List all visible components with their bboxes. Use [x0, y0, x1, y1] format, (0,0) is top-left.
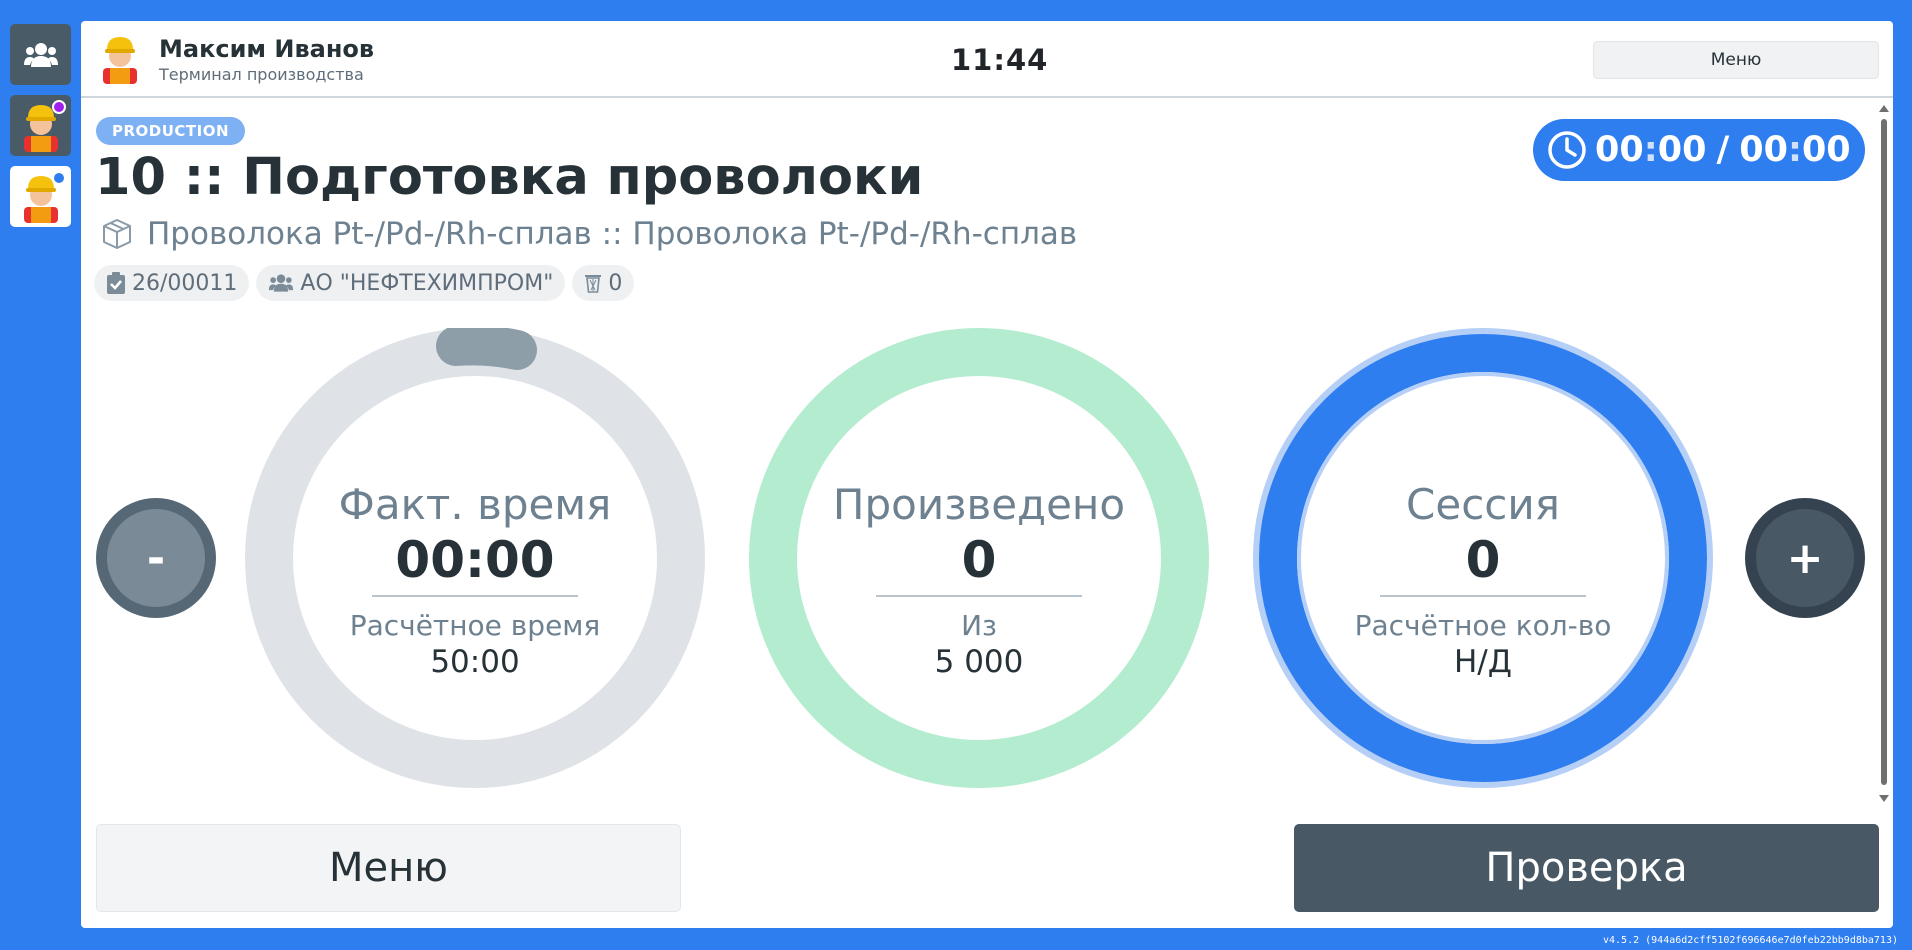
worker-avatar-button-1[interactable] [10, 95, 71, 156]
estimated-qty-label: Расчётное кол-во [1354, 609, 1612, 642]
produced-value: 0 [961, 531, 997, 589]
scrollbar[interactable] [1879, 105, 1889, 805]
main-panel: Максим Иванов Терминал производства 11:4… [81, 21, 1893, 928]
decrement-inner: - [107, 509, 205, 607]
clock: 11:44 [951, 43, 1049, 77]
operation-chips: 26/00011 АО "НЕФТЕХИМПРОМ" 0 [94, 265, 641, 301]
scrap-count: 0 [608, 270, 623, 296]
status-dot [52, 100, 66, 114]
produced-label: Произведено [832, 480, 1126, 529]
timer-colon: : [1787, 130, 1802, 170]
customer-name: АО "НЕФТЕХИМПРОМ" [300, 270, 554, 296]
product-line: Проволока Pt-/Pd-/Rh-сплав :: Проволока … [101, 216, 1077, 252]
trash-icon [585, 275, 602, 293]
time-label: Факт. время [338, 480, 612, 529]
scroll-thumb[interactable] [1881, 119, 1887, 785]
increment-button[interactable]: + [1745, 498, 1865, 618]
top-bar: Максим Иванов Терминал производства 11:4… [81, 21, 1893, 98]
operation-title: 10 :: Подготовка проволоки [95, 148, 924, 207]
planned-time-label: Расчётное время [349, 609, 601, 642]
session-label: Сессия [1406, 480, 1560, 529]
worker-avatar-button-2[interactable] [10, 166, 71, 227]
header-menu-button[interactable]: Меню [1593, 41, 1879, 79]
workers-group-button[interactable] [10, 24, 71, 85]
check-button[interactable]: Проверка [1294, 824, 1879, 912]
users-group-icon [23, 42, 58, 67]
left-rail [10, 24, 72, 237]
package-icon [103, 219, 131, 249]
decrement-button[interactable]: - [96, 498, 216, 618]
session-timer: 00:00/00:00 [1533, 119, 1865, 181]
product-name: Проволока Pt-/Pd-/Rh-сплав :: Проволока … [147, 216, 1078, 252]
session-gauge-content: Сессия 0 Расчётное кол-во Н/Д [1333, 480, 1633, 680]
of-label: Из [961, 609, 997, 642]
worker-avatar-icon [103, 37, 137, 84]
user-name: Максим Иванов [159, 35, 375, 63]
terminal-subtitle: Терминал производства [159, 65, 364, 84]
timer-actual-seconds: 00 [1657, 130, 1707, 170]
timer-colon: : [1643, 130, 1658, 170]
produced-gauge-content: Произведено 0 Из 5 000 [829, 480, 1129, 680]
divider [1380, 595, 1586, 597]
status-dot [52, 171, 66, 185]
estimated-qty-value: Н/Д [1454, 644, 1512, 680]
time-value: 00:00 [395, 531, 555, 589]
scroll-down-arrow[interactable] [1879, 795, 1889, 802]
menu-button[interactable]: Меню [96, 824, 681, 912]
time-gauge-content: Факт. время 00:00 Расчётное время 50:00 [325, 480, 625, 680]
timer-actual-minutes: 00 [1595, 130, 1644, 170]
clock-icon [1548, 131, 1586, 169]
divider [372, 595, 578, 597]
timer-slash: / [1716, 130, 1730, 170]
divider [876, 595, 1082, 597]
scroll-up-arrow[interactable] [1879, 105, 1889, 112]
planned-time-value: 50:00 [430, 644, 520, 680]
timer-planned-minutes: 00 [1739, 130, 1788, 170]
users-icon [269, 274, 294, 292]
increment-inner: + [1756, 509, 1854, 607]
version-label: v4.5.2 (944a6d2cff5102f696646e7d0feb22bb… [1602, 935, 1898, 946]
target-quantity: 5 000 [934, 644, 1024, 680]
customer-chip: АО "НЕФТЕХИМПРОМ" [256, 265, 566, 301]
order-number: 26/00011 [132, 270, 238, 296]
scrap-chip: 0 [572, 265, 635, 301]
status-badge: PRODUCTION [96, 117, 246, 145]
timer-planned-seconds: 00 [1801, 130, 1851, 170]
timer-text: 00:00/00:00 [1595, 130, 1851, 170]
session-value: 0 [1465, 531, 1501, 589]
order-chip: 26/00011 [94, 265, 250, 301]
clipboard-check-icon [107, 272, 125, 294]
